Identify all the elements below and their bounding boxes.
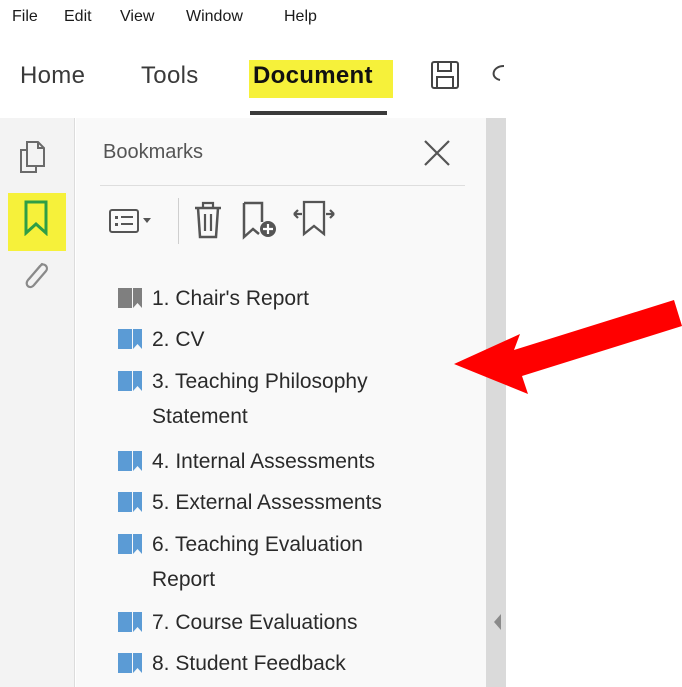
cloud-icon[interactable] xyxy=(486,58,506,94)
collapse-panel-arrow-icon[interactable] xyxy=(492,612,502,632)
panel-divider xyxy=(100,185,465,186)
tab-document[interactable]: Document xyxy=(253,62,373,90)
menu-file[interactable]: File xyxy=(12,8,38,26)
new-bookmark-icon[interactable] xyxy=(240,200,280,240)
bookmark-label: 3. Teaching Philosophy xyxy=(152,370,368,393)
bookmark-label: 2. CV xyxy=(152,328,205,351)
save-icon[interactable] xyxy=(430,60,460,90)
bookmark-label: 5. External Assessments xyxy=(152,491,382,514)
menu-edit[interactable]: Edit xyxy=(64,8,92,26)
bookmark-label: 1. Chair's Report xyxy=(152,287,309,310)
delete-bookmark-icon[interactable] xyxy=(192,200,224,240)
tab-home[interactable]: Home xyxy=(20,62,85,90)
bookmark-label: 4. Internal Assessments xyxy=(152,450,375,473)
attachment-icon[interactable] xyxy=(20,258,50,294)
menu-bar: File Edit View Window Help xyxy=(0,0,682,36)
active-tab-underline xyxy=(250,111,387,115)
bookmark-label: 7. Course Evaluations xyxy=(152,611,358,634)
bookmark-item-icon xyxy=(118,371,142,391)
tab-tools[interactable]: Tools xyxy=(141,62,199,90)
bookmark-item-icon xyxy=(118,534,142,554)
bookmarks-panel xyxy=(76,118,486,687)
menu-help[interactable]: Help xyxy=(284,8,317,26)
bookmark-item-icon xyxy=(118,653,142,673)
bookmark-label: 6. Teaching Evaluation xyxy=(152,533,363,556)
bookmark-item-icon xyxy=(118,451,142,471)
bookmark-label-continued: Report xyxy=(152,568,216,591)
bookmark-label: 8. Student Feedback xyxy=(152,652,346,675)
bookmark-label-continued: Statement xyxy=(152,405,248,428)
bookmark-item-icon xyxy=(118,288,142,308)
bookmark-item-icon xyxy=(118,612,142,632)
bookmark-item-icon xyxy=(118,329,142,349)
bookmark-icon[interactable] xyxy=(22,200,50,236)
bookmark-item-icon xyxy=(118,492,142,512)
close-icon[interactable] xyxy=(420,136,454,170)
expand-bookmark-icon[interactable] xyxy=(292,198,336,242)
panel-title: Bookmarks xyxy=(103,141,204,163)
red-arrow-icon xyxy=(454,300,682,394)
menu-window[interactable]: Window xyxy=(186,8,243,26)
menu-view[interactable]: View xyxy=(120,8,154,26)
options-menu-icon[interactable] xyxy=(108,208,154,234)
pages-icon[interactable] xyxy=(18,140,46,174)
toolbar-divider xyxy=(178,198,179,244)
